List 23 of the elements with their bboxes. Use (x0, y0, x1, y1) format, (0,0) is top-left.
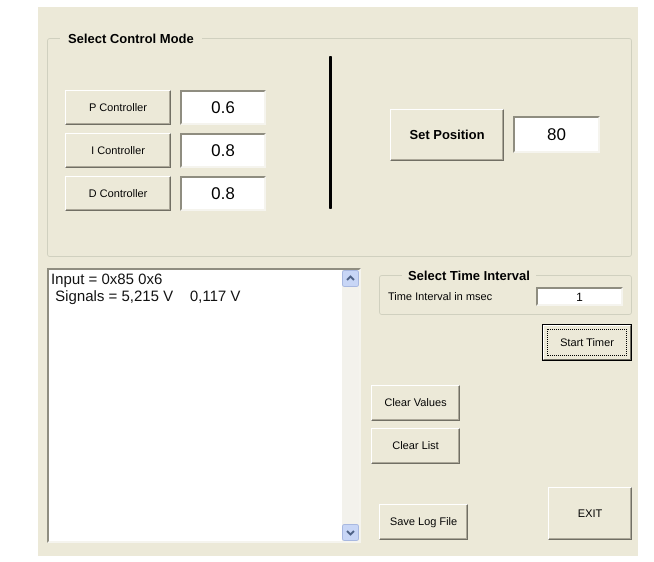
set-position-button[interactable]: Set Position (390, 108, 504, 160)
interval-field[interactable]: 1 (536, 287, 623, 306)
gain-field[interactable]: 0.8 (180, 176, 266, 211)
form-button[interactable]: Clear Values (371, 385, 460, 421)
form-button[interactable]: Save Log File (379, 504, 468, 540)
group-title: Select Control Mode (67, 31, 195, 46)
group-title: Select Time Interval (407, 268, 531, 283)
interval-label: Time Interval in msec (388, 290, 492, 302)
controller-button[interactable]: D Controller (65, 176, 171, 211)
log-line: Signals = 5,215 V 0,117 V (54, 288, 240, 305)
form-button[interactable]: EXIT (548, 487, 632, 540)
log-line: Input = 0x85 0x6 (51, 271, 162, 288)
gain-field[interactable]: 0.8 (180, 133, 266, 168)
form-button[interactable]: Clear List (371, 428, 460, 464)
scroll-down-icon[interactable] (342, 524, 359, 541)
gain-field[interactable]: 0.6 (180, 90, 266, 125)
controller-button[interactable]: P Controller (65, 90, 171, 125)
position-field[interactable]: 80 (513, 116, 600, 153)
controller-button[interactable]: I Controller (65, 133, 171, 168)
form-button[interactable]: Start Timer (543, 325, 631, 360)
scroll-up-icon[interactable] (342, 270, 359, 287)
log-list[interactable]: Input = 0x85 0x6 Signals = 5,215 V 0,117 V (47, 268, 361, 543)
scrollbar[interactable] (342, 270, 359, 541)
